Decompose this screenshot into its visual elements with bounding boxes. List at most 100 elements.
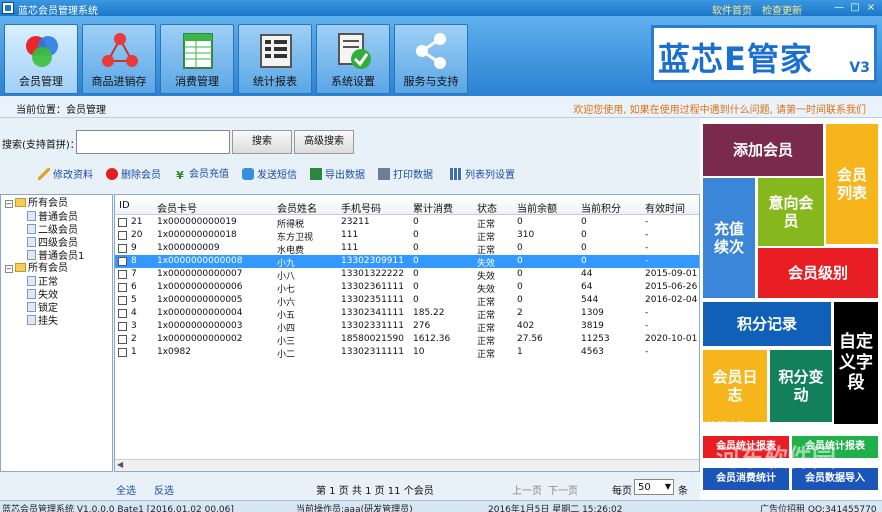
toolbar-reports[interactable]: 统计报表 (238, 24, 312, 94)
add-member-tile[interactable]: 添加会员 (703, 124, 823, 176)
per-page-select[interactable]: 50 ▼ (634, 479, 674, 495)
column-header[interactable]: 会员姓名 (277, 200, 317, 215)
prev-page-link[interactable]: 上一页 (512, 482, 542, 497)
row-checkbox[interactable] (118, 322, 127, 331)
toolbar-inventory[interactable]: 商品进销存 (82, 24, 156, 94)
invert-selection-link[interactable]: 反选 (154, 482, 174, 497)
table-row[interactable]: 21 1x000000000019 所得税 23211 0 正常 0 0- (115, 216, 699, 230)
member-level-tile[interactable]: 会员级别 (758, 248, 878, 298)
tree-node-status[interactable]: 失效 (27, 289, 58, 301)
tree-node-all-members[interactable]: − 所有会员 (5, 198, 68, 210)
tag-icon (27, 250, 36, 260)
collapse-icon[interactable]: − (5, 200, 13, 208)
toolbar-service-support[interactable]: 服务与支持 (394, 24, 468, 94)
export-data-action[interactable]: 导出数据 (310, 168, 365, 182)
row-checkbox[interactable] (118, 296, 127, 305)
column-header[interactable]: 当前积分 (581, 200, 621, 215)
select-all-link[interactable]: 全选 (116, 482, 136, 497)
cell-expire: - (645, 230, 649, 240)
toolbar-member-management[interactable]: 会员管理 (4, 24, 78, 94)
tree-node-level[interactable]: 二级会员 (27, 224, 78, 236)
toolbar-consumption[interactable]: 消费管理 (160, 24, 234, 94)
cell-points: 0 (581, 217, 587, 227)
recharge-member-action[interactable]: ¥ 会员充值 (174, 168, 229, 182)
column-header[interactable]: 状态 (477, 200, 497, 215)
delete-member-action[interactable]: 删除会员 (106, 168, 161, 182)
member-list-tile[interactable]: 会员列表 (826, 124, 878, 244)
close-button[interactable]: × (864, 1, 878, 14)
row-checkbox[interactable] (118, 231, 127, 240)
row-checkbox[interactable] (118, 348, 127, 357)
custom-fields-tile[interactable]: 自定义字段 (834, 302, 878, 424)
watermark: 河东软件园 (716, 444, 836, 472)
tree-node-level[interactable]: 普通会员 (27, 211, 78, 223)
cell-phone: 13302331111 (341, 321, 404, 331)
toolbar-settings[interactable]: 系统设置 (316, 24, 390, 94)
table-row[interactable]: 20 1x000000000018 东方卫视 111 0 正常 310 0- (115, 229, 699, 243)
row-checkbox[interactable] (118, 335, 127, 344)
collapse-icon[interactable]: − (5, 265, 13, 273)
row-checkbox[interactable] (118, 218, 127, 227)
column-header[interactable]: 有效时间 (645, 200, 685, 215)
title-bar: 蓝芯会员管理系统 软件首页 检查更新 — □ × (0, 0, 882, 17)
software-home-link[interactable]: 软件首页 (712, 2, 752, 17)
cell-points: 3819 (581, 321, 604, 331)
prospect-member-tile[interactable]: 意向会员 (758, 178, 824, 246)
search-button[interactable]: 搜索 (232, 130, 292, 154)
column-header[interactable]: 当前余额 (517, 200, 557, 215)
column-header[interactable]: ID (119, 200, 130, 211)
tree-node-status[interactable]: 锁定 (27, 302, 58, 314)
next-page-link[interactable]: 下一页 (548, 482, 578, 497)
table-row[interactable]: 3 1x0000000000003 小四 13302331111 276 正常 402 381… (115, 320, 699, 334)
row-checkbox[interactable] (118, 244, 127, 253)
row-checkbox[interactable] (118, 270, 127, 279)
check-update-link[interactable]: 检查更新 (762, 2, 802, 17)
tree-node-status[interactable]: 正常 (27, 276, 58, 288)
points-change-tile[interactable]: 积分变动 (770, 350, 832, 422)
column-header[interactable]: 会员卡号 (157, 200, 197, 215)
print-data-action[interactable]: 打印数据 (378, 168, 433, 182)
cell-balance: 0 (517, 256, 523, 266)
advanced-search-button[interactable]: 高级搜索 (294, 130, 354, 154)
maximize-button[interactable]: □ (848, 1, 862, 14)
settings-check-icon (338, 33, 371, 69)
tree-node-level[interactable]: 普通会员1 (27, 250, 84, 262)
table-row[interactable]: 2 1x0000000000002 小三 18580021590 1612.36 正常 27… (115, 333, 699, 347)
send-sms-action[interactable]: 发送短信 (242, 168, 297, 182)
column-settings-action[interactable]: 列表列设置 (450, 168, 515, 182)
table-row[interactable]: 5 1x0000000000005 小六 13302351111 0 正常 0 544 2016… (115, 294, 699, 308)
cell-card: 1x0000000000006 (157, 282, 243, 292)
table-row[interactable]: 4 1x0000000000004 小五 13302341111 185.22 正常 2 13… (115, 307, 699, 321)
row-checkbox[interactable] (118, 309, 127, 318)
tree-node-status[interactable]: 挂失 (27, 315, 58, 327)
cell-card: 1x0000000000003 (157, 321, 243, 331)
member-log-tile[interactable]: 会员日志 (703, 350, 767, 422)
sms-icon (242, 168, 254, 180)
cell-points: 11253 (581, 334, 610, 344)
table-row[interactable]: 7 1x0000000000007 小八 13301322222 0 失效 0 44 2015-… (115, 268, 699, 282)
app-icon (2, 2, 14, 14)
cell-id: 1 (131, 347, 137, 357)
cell-id: 4 (131, 308, 137, 318)
minimize-button[interactable]: — (832, 1, 846, 14)
members-circles-icon (26, 36, 58, 67)
search-input[interactable] (76, 130, 230, 154)
cell-expire: - (645, 308, 649, 318)
cell-balance: 1 (517, 347, 523, 357)
column-header[interactable]: 累计消费 (413, 200, 453, 215)
tree-node-level[interactable]: 四级会员 (27, 237, 78, 249)
row-checkbox[interactable] (118, 257, 127, 266)
table-row[interactable]: 8 1x0000000000008 小九 13302309911 0 失效 0 0- (115, 255, 699, 269)
points-record-tile[interactable]: 积分记录 (703, 302, 831, 346)
column-header[interactable]: 手机号码 (341, 200, 381, 215)
table-row[interactable]: 6 1x0000000000006 小七 13302361111 0 失效 0 64 2015-… (115, 281, 699, 295)
cell-points: 44 (581, 269, 593, 279)
row-checkbox[interactable] (118, 283, 127, 292)
horizontal-scrollbar[interactable]: ◀ (115, 459, 699, 471)
cell-balance: 0 (517, 295, 523, 305)
recharge-tile[interactable]: 充值续次 (703, 178, 755, 298)
edit-member-action[interactable]: 修改资料 (38, 168, 93, 182)
tree-node-all-members-status[interactable]: − 所有会员 (5, 263, 68, 275)
table-row[interactable]: 9 1x000000009 水电费 111 0 正常 0 0- (115, 242, 699, 256)
table-row[interactable]: 1 1x0982 小二 13302311111 10 正常 1 4563 - (115, 346, 699, 360)
